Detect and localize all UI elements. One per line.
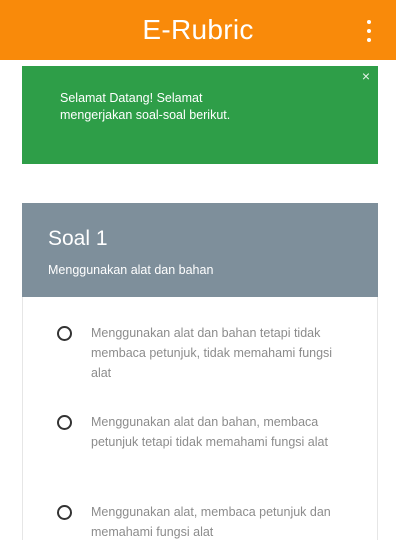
question-subtitle: Menggunakan alat dan bahan	[48, 263, 214, 277]
radio-button[interactable]	[57, 326, 72, 341]
radio-button[interactable]	[57, 505, 72, 520]
content-area: × Selamat Datang! Selamat mengerjakan so…	[10, 60, 388, 540]
alert-message: Selamat Datang! Selamat mengerjakan soal…	[60, 91, 231, 122]
answer-option-label: Menggunakan alat dan bahan, membaca petu…	[91, 415, 328, 449]
close-icon[interactable]: ×	[362, 68, 370, 84]
menu-dot	[367, 29, 371, 33]
more-vert-icon[interactable]	[364, 20, 374, 42]
app-screen: E-Rubric × Selamat Datang! Selamat menge…	[0, 0, 396, 540]
menu-dot	[367, 20, 371, 24]
question-title: Soal 1	[48, 227, 108, 250]
app-bar: E-Rubric	[0, 0, 396, 60]
answer-option-3[interactable]: Menggunakan alat, membaca petunjuk dan m…	[57, 502, 357, 540]
answer-options: Menggunakan alat dan bahan tetapi tidak …	[22, 297, 378, 540]
answer-option-label: Menggunakan alat, membaca petunjuk dan m…	[91, 505, 331, 539]
question-header: Soal 1 Menggunakan alat dan bahan	[22, 203, 378, 297]
app-title: E-Rubric	[142, 14, 254, 45]
welcome-alert: × Selamat Datang! Selamat mengerjakan so…	[22, 66, 378, 164]
answer-option-1[interactable]: Menggunakan alat dan bahan tetapi tidak …	[57, 323, 357, 383]
answer-option-label: Menggunakan alat dan bahan tetapi tidak …	[91, 326, 333, 380]
radio-button[interactable]	[57, 415, 72, 430]
menu-dot	[367, 38, 371, 42]
answer-option-2[interactable]: Menggunakan alat dan bahan, membaca petu…	[57, 412, 357, 452]
